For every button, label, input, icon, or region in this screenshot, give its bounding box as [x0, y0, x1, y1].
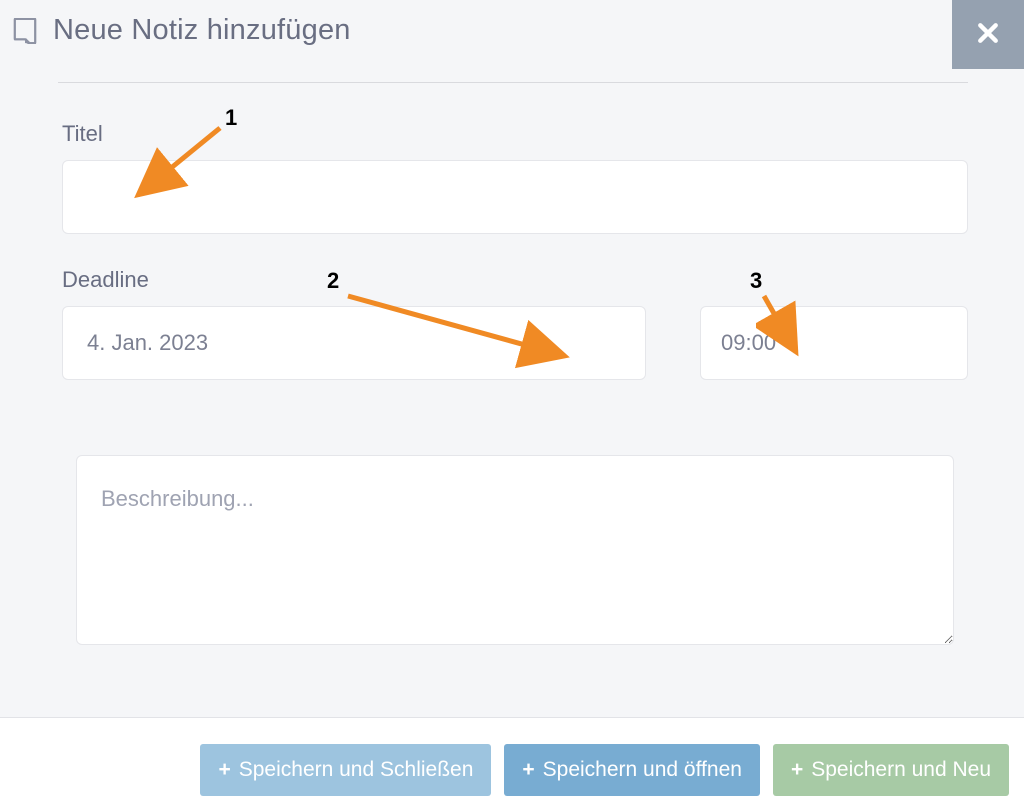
annotation-arrow-3	[756, 290, 821, 370]
description-section	[10, 455, 1024, 650]
annotation-arrow-1	[120, 120, 245, 215]
save-open-button[interactable]: + Speichern und öffnen	[504, 744, 760, 796]
close-icon	[977, 22, 999, 47]
annotation-arrow-2	[340, 288, 590, 373]
close-button[interactable]	[952, 0, 1024, 69]
save-new-label: Speichern und Neu	[811, 758, 991, 782]
modal-footer: + Speichern und Schließen + Speichern un…	[0, 717, 1024, 808]
deadline-time-input[interactable]	[700, 306, 968, 380]
plus-icon: +	[791, 758, 803, 782]
modal-header: Neue Notiz hinzufügen	[10, 14, 1024, 47]
description-textarea[interactable]	[76, 455, 954, 645]
plus-icon: +	[522, 758, 534, 782]
save-new-button[interactable]: + Speichern und Neu	[773, 744, 1009, 796]
note-icon	[12, 16, 38, 46]
modal-title: Neue Notiz hinzufügen	[53, 14, 351, 47]
plus-icon: +	[218, 758, 230, 782]
save-open-label: Speichern und öffnen	[543, 758, 742, 782]
save-close-button[interactable]: + Speichern und Schließen	[200, 744, 491, 796]
save-close-label: Speichern und Schließen	[239, 758, 474, 782]
